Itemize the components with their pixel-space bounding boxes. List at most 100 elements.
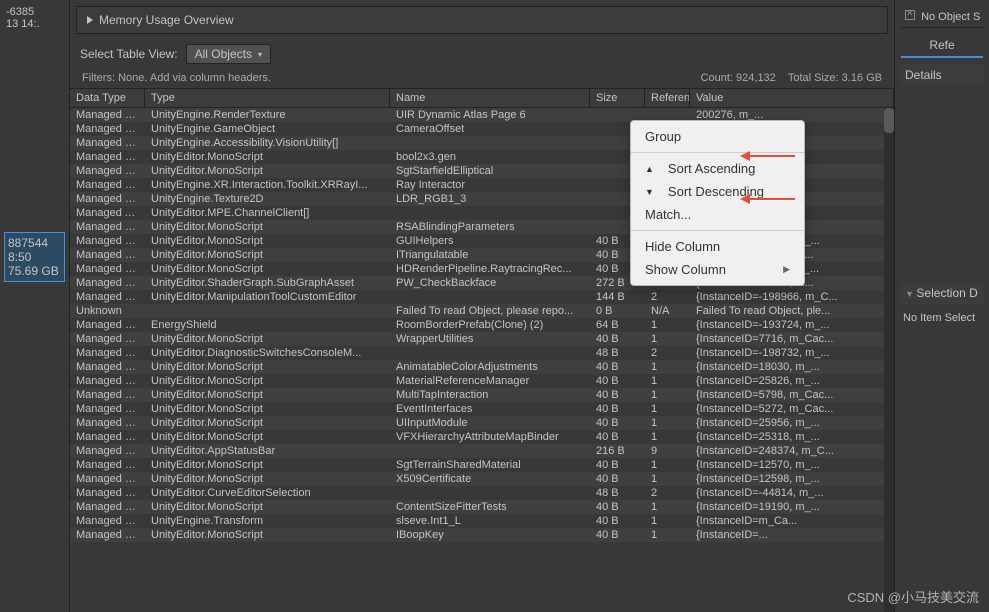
details-section[interactable]: Details bbox=[901, 64, 983, 86]
table-row[interactable]: Managed C...UnityEditor.MonoScriptEventI… bbox=[70, 402, 894, 416]
menu-sort-descending[interactable]: Sort Descending bbox=[631, 180, 804, 203]
table-row[interactable]: Managed C...UnityEditor.MonoScriptMultiT… bbox=[70, 388, 894, 402]
cell-name: GUIHelpers bbox=[390, 234, 590, 248]
cell-type: UnityEditor.AppStatusBar bbox=[145, 444, 390, 458]
cell-datatype: Managed C... bbox=[70, 262, 145, 276]
menu-sort-ascending[interactable]: Sort Ascending bbox=[631, 157, 804, 180]
table-row[interactable]: Managed C...UnityEditor.MonoScriptIBoopK… bbox=[70, 528, 894, 542]
header-type[interactable]: Type bbox=[145, 89, 390, 107]
header-name[interactable]: Name bbox=[390, 89, 590, 107]
menu-match[interactable]: Match... bbox=[631, 203, 804, 226]
cell-datatype: Managed A... bbox=[70, 206, 145, 220]
table-row[interactable]: Managed C...UnityEditor.MonoScriptWrappe… bbox=[70, 332, 894, 346]
header-references[interactable]: Referen bbox=[645, 89, 690, 107]
table-row[interactable]: Managed C...UnityEditor.MonoScriptSgtTer… bbox=[70, 458, 894, 472]
table-row[interactable]: Managed C...EnergyShieldRoomBorderPrefab… bbox=[70, 318, 894, 332]
expand-arrow-icon bbox=[87, 16, 93, 24]
cell-datatype: Managed C... bbox=[70, 416, 145, 430]
menu-separator bbox=[631, 152, 804, 153]
header-size[interactable]: Size bbox=[590, 89, 645, 107]
cell-name: PW_CheckBackface bbox=[390, 276, 590, 290]
snapshot-id: 887544 bbox=[8, 236, 61, 250]
size-label: Total Size: bbox=[788, 72, 839, 84]
cell-value: {InstanceID=25318, m_... bbox=[690, 430, 894, 444]
cell-name bbox=[390, 346, 590, 360]
cell-type: UnityEngine.Accessibility.VisionUtility[… bbox=[145, 136, 390, 150]
cell-name bbox=[390, 486, 590, 500]
cell-datatype: Managed C... bbox=[70, 178, 145, 192]
cell-size: 40 B bbox=[590, 360, 645, 374]
cell-datatype: Managed C... bbox=[70, 108, 145, 122]
table-row[interactable]: UnknownFailed To read Object, please rep… bbox=[70, 304, 894, 318]
cell-type: UnityEditor.MonoScript bbox=[145, 500, 390, 514]
cell-value: {InstanceID=12570, m_... bbox=[690, 458, 894, 472]
cell-name: MultiTapInteraction bbox=[390, 388, 590, 402]
cell-ref: 1 bbox=[645, 514, 690, 528]
snapshot-size: 75.69 GB bbox=[8, 264, 61, 278]
table-row[interactable]: Managed C...UnityEditor.ManipulationTool… bbox=[70, 290, 894, 304]
cell-type: UnityEngine.RenderTexture bbox=[145, 108, 390, 122]
snapshot-item-selected[interactable]: 887544 8:50 75.69 GB bbox=[4, 232, 65, 282]
table-row[interactable]: Managed C...UnityEditor.AppStatusBar 216 … bbox=[70, 444, 894, 458]
table-row[interactable]: Managed C...UnityEngine.Transformslseve.… bbox=[70, 514, 894, 528]
menu-hide-column[interactable]: Hide Column bbox=[631, 235, 804, 258]
cell-name bbox=[390, 444, 590, 458]
snapshot-time: 8:50 bbox=[8, 250, 61, 264]
snapshot-item[interactable]: -6385 13 14:. bbox=[4, 4, 65, 32]
cell-type: EnergyShield bbox=[145, 318, 390, 332]
cell-name: ITriangulatable bbox=[390, 248, 590, 262]
references-tab[interactable]: Refe bbox=[901, 34, 983, 58]
cell-value: {InstanceID=-198966, m_C... bbox=[690, 290, 894, 304]
header-value[interactable]: Value bbox=[690, 89, 894, 107]
cell-type: UnityEngine.Texture2D bbox=[145, 192, 390, 206]
cell-datatype: Managed C... bbox=[70, 514, 145, 528]
cell-size: 40 B bbox=[590, 514, 645, 528]
cell-datatype: Managed C... bbox=[70, 500, 145, 514]
cell-value: Failed To read Object, ple... bbox=[690, 304, 894, 318]
cell-type: UnityEngine.Transform bbox=[145, 514, 390, 528]
section-header[interactable]: Memory Usage Overview bbox=[76, 6, 888, 34]
table-row[interactable]: Managed C...UnityEditor.DiagnosticSwitch… bbox=[70, 346, 894, 360]
cell-ref: 1 bbox=[645, 360, 690, 374]
cell-datatype: Managed C... bbox=[70, 122, 145, 136]
filters-row: Filters: None. Add via column headers. C… bbox=[70, 68, 894, 88]
table-row[interactable]: Managed C...UnityEditor.MonoScriptAnimat… bbox=[70, 360, 894, 374]
table-row[interactable]: Managed C...UnityEditor.CurveEditorSelec… bbox=[70, 486, 894, 500]
watermark: CSDN @小马技美交流 bbox=[847, 587, 979, 606]
cell-size: 48 B bbox=[590, 346, 645, 360]
table-row[interactable]: Managed C...UnityEditor.MonoScriptX509Ce… bbox=[70, 472, 894, 486]
cell-size: 144 B bbox=[590, 290, 645, 304]
menu-show-column[interactable]: Show Column▶ bbox=[631, 258, 804, 281]
cell-ref: 1 bbox=[645, 430, 690, 444]
cell-datatype: Managed C... bbox=[70, 332, 145, 346]
table-row[interactable]: Managed C...UnityEditor.MonoScriptUIInpu… bbox=[70, 416, 894, 430]
scrollbar-thumb[interactable] bbox=[884, 108, 894, 133]
cell-name: AnimatableColorAdjustments bbox=[390, 360, 590, 374]
table-row[interactable]: Managed C...UnityEditor.MonoScriptConten… bbox=[70, 500, 894, 514]
cell-datatype: Managed C... bbox=[70, 346, 145, 360]
cell-size: 216 B bbox=[590, 444, 645, 458]
cell-type: UnityEditor.CurveEditorSelection bbox=[145, 486, 390, 500]
header-datatype[interactable]: Data Type bbox=[70, 89, 145, 107]
cell-datatype: Managed C... bbox=[70, 486, 145, 500]
cell-datatype: Managed C... bbox=[70, 444, 145, 458]
menu-group[interactable]: Group bbox=[631, 125, 804, 148]
table-row[interactable]: Managed C...UnityEditor.MonoScriptMateri… bbox=[70, 374, 894, 388]
table-row[interactable]: Managed C...UnityEditor.MonoScriptVFXHie… bbox=[70, 430, 894, 444]
cell-ref: N/A bbox=[645, 304, 690, 318]
cell-size: 64 B bbox=[590, 318, 645, 332]
selection-section[interactable]: ▼ Selection D bbox=[901, 282, 983, 304]
cell-name: MaterialReferenceManager bbox=[390, 374, 590, 388]
cell-value: {InstanceID=-193724, m_... bbox=[690, 318, 894, 332]
cell-type: UnityEditor.ManipulationToolCustomEditor bbox=[145, 290, 390, 304]
cell-name: CameraOffset bbox=[390, 122, 590, 136]
no-object-header: No Object S bbox=[901, 6, 983, 28]
cell-value: {InstanceID=18030, m_... bbox=[690, 360, 894, 374]
cell-ref: 1 bbox=[645, 500, 690, 514]
cell-value: {InstanceID=-44814, m_... bbox=[690, 486, 894, 500]
cell-datatype: Managed C... bbox=[70, 248, 145, 262]
table-view-label: Select Table View: bbox=[80, 47, 178, 61]
cell-name: slseve.Int1_L bbox=[390, 514, 590, 528]
table-view-dropdown[interactable]: All Objects bbox=[186, 44, 271, 64]
cell-type: UnityEditor.MonoScript bbox=[145, 164, 390, 178]
